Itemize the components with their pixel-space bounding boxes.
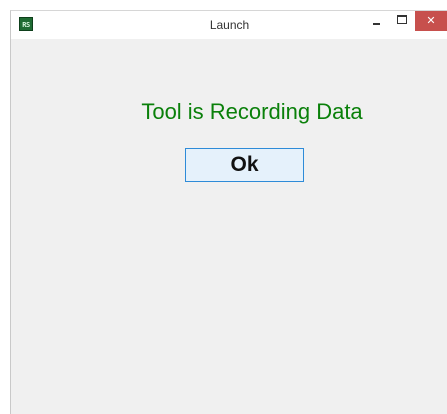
minimize-icon [373, 23, 380, 25]
maximize-icon [397, 15, 407, 24]
close-button[interactable]: ✕ [415, 11, 447, 31]
minimize-button[interactable] [368, 12, 388, 32]
launch-window: RS Launch ✕ Tool is Recording Data Ok [10, 10, 447, 414]
close-icon: ✕ [426, 14, 436, 27]
ok-button[interactable]: Ok [185, 148, 304, 182]
status-message: Tool is Recording Data [141, 99, 363, 124]
maximize-button[interactable] [392, 12, 412, 32]
title-bar[interactable]: RS Launch ✕ [11, 11, 447, 39]
